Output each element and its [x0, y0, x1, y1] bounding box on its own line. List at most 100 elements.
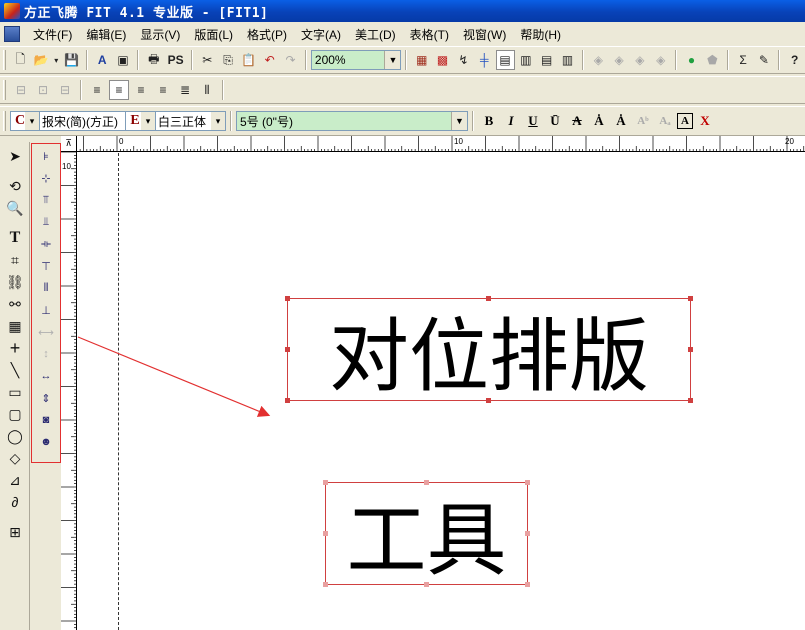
subscript-button[interactable]: Aₐ	[655, 111, 675, 131]
resize-handle[interactable]	[486, 296, 491, 301]
column-view-icon[interactable]: ▤	[495, 50, 515, 70]
column-3-icon[interactable]: ▤	[537, 50, 556, 70]
resize-handle[interactable]	[688, 347, 693, 352]
shape-icon[interactable]: ⬟	[703, 50, 722, 70]
resize-handle[interactable]	[688, 296, 693, 301]
menu-view[interactable]: 显示(V)	[133, 26, 187, 43]
cut-icon[interactable]: ✂	[198, 50, 217, 70]
redo-icon[interactable]: ↷	[281, 50, 300, 70]
copy-icon[interactable]: ⎘	[219, 50, 238, 70]
indent-3-icon[interactable]: ⊟	[55, 80, 75, 100]
english-font-select[interactable]: 白三正体 ▾	[156, 111, 226, 131]
resize-handle[interactable]	[424, 582, 429, 587]
layer-2-icon[interactable]: ◈	[610, 50, 629, 70]
layer-4-icon[interactable]: ◈	[651, 50, 670, 70]
same-height-icon[interactable]: ⇕	[36, 389, 56, 407]
strikethrough-button[interactable]: A	[567, 111, 587, 131]
help-icon[interactable]: ?	[785, 50, 804, 70]
align-distribute-icon[interactable]: ⦀	[197, 80, 217, 100]
superscript-button[interactable]: Aᵇ	[633, 111, 653, 131]
zoom-select[interactable]: 200% ▼	[310, 50, 402, 70]
chinese-font-select[interactable]: 报宋(简)(方正)	[40, 111, 126, 131]
grid-icon[interactable]: ▩	[433, 50, 452, 70]
bezier-icon[interactable]: ∂	[4, 492, 26, 512]
boxed-text-button[interactable]: A	[677, 113, 693, 129]
layer-3-icon[interactable]: ◈	[631, 50, 650, 70]
menu-text[interactable]: 文字(A)	[294, 26, 348, 43]
outline-text-button[interactable]: Ȧ	[611, 111, 631, 131]
rectangle-icon[interactable]: ▭	[4, 382, 26, 402]
resize-handle[interactable]	[323, 582, 328, 587]
open-dropdown-icon[interactable]: ▾	[53, 50, 61, 70]
text-tool-icon[interactable]: T	[4, 228, 26, 248]
resize-handle[interactable]	[424, 480, 429, 485]
resize-handle[interactable]	[323, 480, 328, 485]
menu-table[interactable]: 表格(T)	[403, 26, 456, 43]
paste-icon[interactable]: 📋	[240, 50, 259, 70]
indent-2-icon[interactable]: ⊡	[33, 80, 53, 100]
resize-handle[interactable]	[323, 531, 328, 536]
zoom-icon[interactable]: 🔍	[4, 198, 26, 218]
resize-handle[interactable]	[525, 582, 530, 587]
polygon-icon[interactable]: ⊿	[4, 470, 26, 490]
guide-icon[interactable]: ╪	[475, 50, 494, 70]
color-icon[interactable]: ●	[682, 50, 701, 70]
column-4-icon[interactable]: ▥	[558, 50, 577, 70]
clear-format-button[interactable]: X	[695, 111, 715, 131]
menu-art[interactable]: 美工(D)	[348, 26, 403, 43]
align-bottom-icon[interactable]: ⊥	[36, 301, 56, 319]
print-icon[interactable]: 🖶	[144, 50, 163, 70]
menu-window[interactable]: 视窗(W)	[456, 26, 513, 43]
ellipse-icon[interactable]: ◯	[4, 426, 26, 446]
open-folder-icon[interactable]: 📂	[32, 50, 51, 70]
image-frame-icon[interactable]: ▣	[114, 50, 133, 70]
italic-button[interactable]: I	[501, 111, 521, 131]
unlink-icon[interactable]: ⚯	[4, 294, 26, 314]
same-size-icon[interactable]: ◙	[36, 411, 56, 429]
group-align-icon[interactable]: ☻	[36, 433, 56, 451]
underline-button[interactable]: U	[523, 111, 543, 131]
resize-handle[interactable]	[688, 398, 693, 403]
emphasis-button[interactable]: Ȧ	[589, 111, 609, 131]
table-grid-icon[interactable]: ▦	[4, 316, 26, 336]
english-font-flag[interactable]: E ▾	[126, 111, 156, 131]
menu-help[interactable]: 帮助(H)	[513, 26, 568, 43]
chevron-down-icon[interactable]: ▾	[211, 112, 225, 130]
toolbar-grip[interactable]	[3, 50, 6, 70]
save-icon[interactable]: 💾	[62, 50, 81, 70]
diamond-icon[interactable]: ◇	[4, 448, 26, 468]
align-left-edge-icon[interactable]: ⊧	[36, 147, 56, 165]
document-canvas[interactable]: ⊼ 0 10 20 10 对位排版 工具	[61, 136, 805, 630]
distribute-h-icon[interactable]: ⟷	[36, 323, 56, 341]
formula-icon[interactable]: Σ	[734, 50, 753, 70]
layer-icon[interactable]: ◈	[589, 50, 608, 70]
align-top-icon[interactable]: ⊤	[36, 257, 56, 275]
crosshair-icon[interactable]: +	[4, 338, 26, 358]
resize-handle[interactable]	[285, 398, 290, 403]
page-area[interactable]: 对位排版 工具	[78, 153, 805, 630]
text-frame-icon[interactable]: A	[93, 50, 112, 70]
undo-icon[interactable]: ↶	[260, 50, 279, 70]
snap-icon[interactable]: ↯	[454, 50, 473, 70]
link-icon[interactable]: ⛓	[4, 272, 26, 292]
overline-button[interactable]: Ū	[545, 111, 565, 131]
align-center-icon[interactable]: ≡	[131, 80, 151, 100]
vertical-ruler[interactable]: 10	[61, 152, 77, 630]
align-left-icon[interactable]: ≡	[87, 80, 107, 100]
chevron-down-icon[interactable]: ▾	[141, 112, 155, 130]
edit-note-icon[interactable]: ✎	[754, 50, 773, 70]
menu-edit[interactable]: 编辑(E)	[79, 26, 133, 43]
select-pointer-icon[interactable]: ➤	[4, 146, 26, 166]
resize-handle[interactable]	[285, 347, 290, 352]
indent-icon[interactable]: ⊟	[11, 80, 31, 100]
resize-handle[interactable]	[285, 296, 290, 301]
crop-icon[interactable]: ⌗	[4, 250, 26, 270]
line-icon[interactable]: ╲	[4, 360, 26, 380]
page-grid-icon[interactable]: ▦	[412, 50, 431, 70]
ruler-corner[interactable]: ⊼	[61, 136, 77, 152]
same-width-icon[interactable]: ↔	[36, 367, 56, 385]
column-2-icon[interactable]: ▥	[517, 50, 536, 70]
ps-output-button[interactable]: PS	[165, 50, 186, 70]
table-icon[interactable]: ⊞	[4, 522, 26, 542]
resize-handle[interactable]	[525, 531, 530, 536]
